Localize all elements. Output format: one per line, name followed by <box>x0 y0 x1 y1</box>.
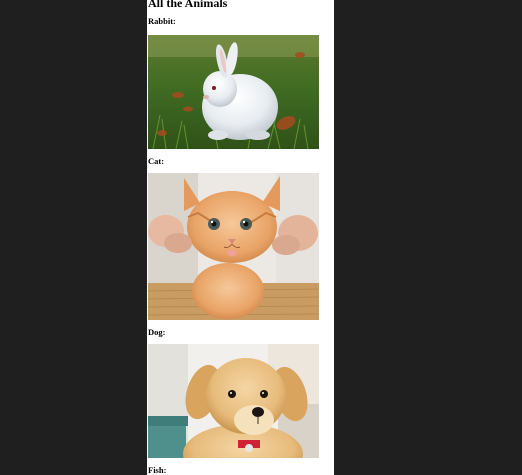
dog-photo <box>148 344 319 458</box>
animal-label-rabbit: Rabbit: <box>148 16 176 26</box>
animal-label-cat: Cat: <box>148 156 165 166</box>
page-title: All the Animals <box>148 0 228 10</box>
rabbit-photo <box>148 35 319 149</box>
cat-photo <box>148 173 319 320</box>
animal-label-dog: Dog: <box>148 327 166 337</box>
page-viewport: All the Animals Rabbit: Cat: Dog: Fish: <box>147 0 334 475</box>
animal-label-fish: Fish: <box>148 465 167 475</box>
